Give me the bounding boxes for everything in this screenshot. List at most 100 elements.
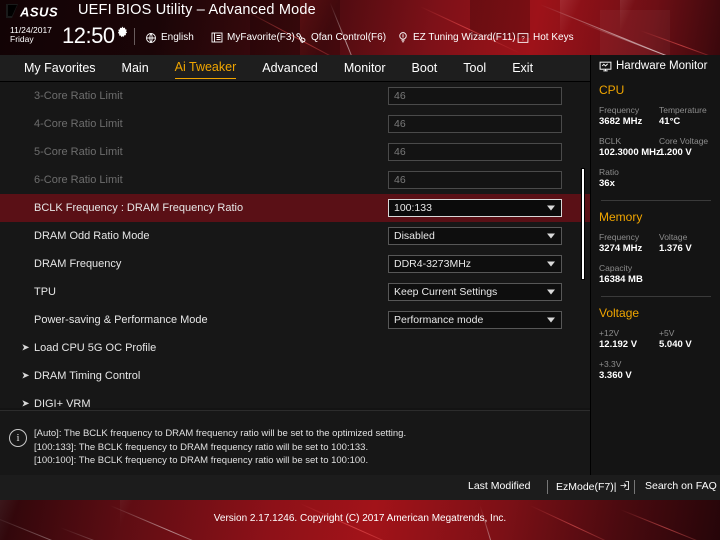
weekday-text: Friday — [10, 33, 34, 44]
bios-window: ASUS UEFI BIOS Utility – Advanced Mode 1… — [0, 0, 720, 540]
clock-text: 12:50 — [62, 23, 115, 48]
setting-label: DRAM Timing Control — [34, 370, 141, 382]
tab-main[interactable]: Main — [122, 58, 149, 79]
setting-dropdown[interactable]: 100:133 — [388, 199, 562, 217]
setting-row[interactable]: 6-Core Ratio Limit 46 — [0, 166, 590, 194]
footer-separator — [547, 480, 548, 494]
monitor-icon — [599, 61, 612, 72]
setting-row[interactable]: BCLK Frequency : DRAM Frequency Ratio 100… — [0, 194, 590, 222]
setting-value: 46 — [394, 90, 406, 102]
tab-boot[interactable]: Boot — [412, 58, 438, 79]
setting-row[interactable]: TPU Keep Current Settings — [0, 278, 590, 306]
setting-row[interactable]: 5-Core Ratio Limit 46 — [0, 138, 590, 166]
setting-row[interactable]: ➤ DIGI+ VRM — [0, 390, 590, 408]
setting-value: Performance mode — [394, 314, 484, 326]
globe-icon — [144, 31, 157, 44]
hw-metric-label: +12V — [599, 328, 620, 338]
tab-monitor[interactable]: Monitor — [344, 58, 386, 79]
header-divider — [134, 28, 135, 45]
tab-advanced[interactable]: Advanced — [262, 58, 318, 79]
last-modified-button[interactable]: Last Modified — [468, 480, 530, 492]
setting-value: 100:133 — [394, 202, 432, 214]
svg-text:?: ? — [521, 36, 525, 42]
setting-row[interactable]: ➤ Load CPU 5G OC Profile — [0, 334, 590, 362]
gear-icon[interactable] — [116, 26, 129, 39]
last-modified-label: Last Modified — [468, 480, 531, 492]
submenu-arrow-icon: ➤ — [21, 398, 30, 409]
setting-label: DRAM Frequency — [34, 258, 122, 270]
hot-keys-label: Hot Keys — [533, 32, 574, 43]
scrollbar[interactable] — [581, 84, 585, 406]
bulb-icon — [396, 31, 409, 44]
version-text: Version 2.17.1246. Copyright (C) 2017 Am… — [213, 513, 507, 524]
ezmode-button[interactable]: EzMode(F7)| — [556, 480, 630, 494]
hw-metric-value: 102.3000 MHz — [599, 147, 661, 158]
tab-ai-tweaker[interactable]: Ai Tweaker — [174, 57, 237, 79]
help-line: [Auto]: The BCLK frequency to DRAM frequ… — [34, 428, 407, 439]
setting-dropdown[interactable]: Disabled — [388, 227, 562, 245]
setting-row[interactable]: DRAM Odd Ratio Mode Disabled — [0, 222, 590, 250]
setting-input[interactable]: 46 — [388, 171, 562, 189]
setting-label: 6-Core Ratio Limit — [34, 174, 123, 186]
search-faq-label: Search on FAQ — [645, 480, 717, 492]
setting-row[interactable]: ➤ DRAM Timing Control — [0, 362, 590, 390]
tab-exit[interactable]: Exit — [512, 58, 533, 79]
setting-label: Power-saving & Performance Mode — [34, 314, 208, 326]
search-faq-button[interactable]: Search on FAQ — [645, 480, 717, 492]
datetime-display: 11/24/2017 Friday — [10, 26, 52, 44]
setting-label: Load CPU 5G OC Profile — [34, 342, 157, 354]
hw-metric-label: +5V — [659, 328, 675, 338]
hw-metric-label: Temperature — [659, 105, 707, 115]
setting-value: 46 — [394, 118, 406, 130]
qfan-label: Qfan Control(F6) — [311, 32, 387, 43]
setting-input[interactable]: 46 — [388, 87, 562, 105]
hw-section-title: Voltage — [599, 306, 640, 320]
hw-metric-value: 36x — [599, 178, 615, 189]
ez-tuning-wizard-button[interactable]: EZ Tuning Wizard(F11) — [396, 31, 516, 44]
setting-label: 4-Core Ratio Limit — [34, 118, 123, 130]
list-icon — [210, 31, 223, 44]
hw-metric-value: 1.376 V — [659, 243, 692, 254]
help-line: [100:133]: The BCLK frequency to DRAM fr… — [34, 441, 369, 453]
tab-tool[interactable]: Tool — [463, 58, 486, 79]
setting-label: DIGI+ VRM — [34, 398, 91, 408]
chevron-down-icon[interactable] — [547, 233, 555, 239]
hot-keys-button[interactable]: ? Hot Keys — [516, 31, 574, 44]
setting-dropdown[interactable]: Keep Current Settings — [388, 283, 562, 301]
setting-row[interactable]: 3-Core Ratio Limit 46 — [0, 82, 590, 110]
hw-metric-value: 16384 MB — [599, 274, 643, 285]
chevron-down-icon[interactable] — [547, 317, 555, 323]
setting-input[interactable]: 46 — [388, 143, 562, 161]
chevron-down-icon[interactable] — [547, 289, 555, 295]
language-label: English — [161, 32, 194, 43]
chevron-down-icon[interactable] — [547, 205, 555, 211]
setting-dropdown[interactable]: DDR4-3273MHz — [388, 255, 562, 273]
setting-dropdown[interactable]: Performance mode — [388, 311, 562, 329]
setting-row[interactable]: Power-saving & Performance Mode Performan… — [0, 306, 590, 334]
tab-my-favorites[interactable]: My Favorites — [24, 58, 96, 79]
ezmode-label: EzMode(F7)| — [556, 481, 617, 493]
setting-label: 3-Core Ratio Limit — [34, 90, 123, 102]
setting-value: Disabled — [394, 230, 435, 242]
hw-metric-label: Frequency — [599, 105, 640, 115]
setting-row[interactable]: 4-Core Ratio Limit 46 — [0, 110, 590, 138]
submenu-arrow-icon: ➤ — [21, 370, 30, 382]
setting-value: Keep Current Settings — [394, 286, 498, 298]
qfan-control-button[interactable]: Qfan Control(F6) — [294, 31, 386, 44]
chevron-down-icon[interactable] — [547, 261, 555, 267]
myfavorite-button[interactable]: MyFavorite(F3) — [210, 31, 295, 44]
asus-logo: ASUS — [6, 3, 68, 20]
setting-value: 46 — [394, 146, 406, 158]
hw-metric-label: Ratio — [599, 167, 619, 177]
hardware-monitor-title: Hardware Monitor — [599, 60, 707, 72]
hw-section-title: CPU — [599, 83, 625, 97]
svg-text:ASUS: ASUS — [19, 5, 58, 20]
setting-row[interactable]: DRAM Frequency DDR4-3273MHz — [0, 250, 590, 278]
language-button[interactable]: English — [144, 31, 194, 44]
setting-value: 46 — [394, 174, 406, 186]
setting-input[interactable]: 46 — [388, 115, 562, 133]
hw-metric-value: 3.360 V — [599, 370, 632, 381]
section-divider — [601, 296, 711, 297]
footer-separator — [634, 480, 635, 494]
scrollbar-thumb[interactable] — [581, 168, 585, 280]
